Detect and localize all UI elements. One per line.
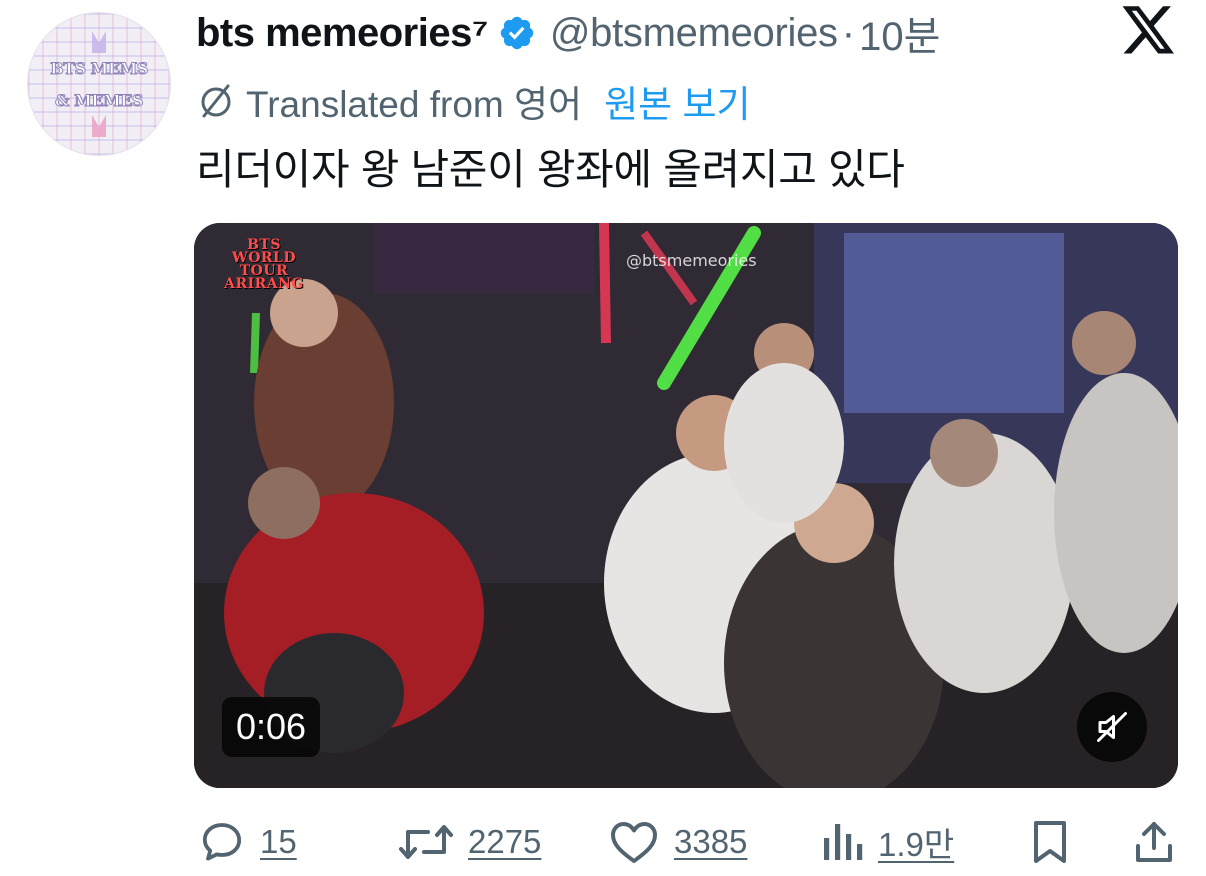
reply-icon — [202, 823, 242, 861]
reply-count: 15 — [260, 823, 297, 860]
views-bar-icon — [824, 824, 863, 860]
author-name-superscript: ⁷ — [471, 10, 489, 55]
avatar-graphic — [92, 31, 106, 137]
views-button[interactable]: 1.9만 — [820, 812, 954, 872]
avatar-text-line-2: & MEMES — [55, 91, 144, 111]
repost-count: 2275 — [468, 823, 542, 860]
muted-speaker-icon — [1097, 712, 1127, 742]
video-player[interactable]: BTS WORLD TOUR ARIRANG @btsmemeories 0:0… — [194, 223, 1178, 788]
author-handle[interactable]: @btsmemeories — [550, 11, 838, 56]
tweet-actions-bar: 15 2275 3385 1.9만 — [194, 812, 1184, 872]
author-avatar[interactable]: BTS MEMS & MEMES — [27, 12, 171, 156]
globe-slash-icon — [201, 84, 231, 118]
bookmark-button[interactable] — [1026, 812, 1074, 872]
tour-logo: BTS WORLD TOUR ARIRANG — [212, 238, 316, 292]
share-icon — [1136, 822, 1172, 862]
header-separator: · — [841, 10, 856, 55]
verified-badge-icon — [500, 16, 534, 50]
heart-icon — [611, 822, 657, 863]
video-watermark: @btsmemeories — [626, 251, 757, 270]
translation-note: Translated from 영어 — [246, 84, 583, 125]
like-button[interactable]: 3385 — [608, 812, 747, 872]
share-button[interactable] — [1130, 812, 1178, 872]
like-count: 3385 — [674, 823, 748, 860]
repost-button[interactable]: 2275 — [398, 812, 541, 872]
tweet-text: 리더이자 왕 남준이 왕좌에 올려지고 있다 — [196, 146, 905, 193]
reply-button[interactable]: 15 — [198, 812, 297, 872]
avatar-text-line-1: BTS MEMS — [50, 59, 149, 79]
show-original-link[interactable]: 원본 보기 — [604, 74, 750, 128]
repost-icon — [399, 825, 453, 859]
video-duration-badge: 0:06 — [222, 697, 321, 757]
translation-row: Translated from 영어 원본 보기 — [196, 76, 751, 126]
views-count: 1.9만 — [878, 826, 955, 863]
video-frame — [194, 223, 1178, 788]
mute-toggle-button[interactable] — [1077, 692, 1147, 762]
x-logo-icon[interactable] — [1122, 6, 1176, 56]
bookmark-icon — [1034, 821, 1066, 863]
author-name[interactable]: bts memeories⁷ — [196, 11, 488, 56]
tour-logo-line-3: ARIRANG — [224, 276, 304, 292]
tweet-header: bts memeories⁷ @btsmemeories · 10분 — [196, 8, 940, 60]
tweet-timestamp[interactable]: 10분 — [859, 4, 940, 62]
tour-logo-line-2: WORLD TOUR — [231, 250, 297, 279]
